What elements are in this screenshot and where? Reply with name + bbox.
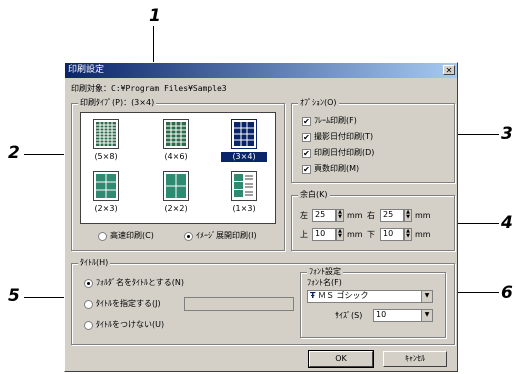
layout-5x8-icon[interactable] (93, 119, 119, 149)
margin-top-label: 上 (300, 230, 308, 239)
shoot-date-label: 撮影日付印刷(T) (314, 132, 374, 141)
margin-left-spinner[interactable]: ▲ ▼ (336, 209, 344, 222)
spin-down-icon: ▼ (338, 233, 342, 239)
margin-right-input[interactable]: 25 (380, 209, 404, 222)
print-date-label: 印刷日付印刷(D) (314, 148, 375, 157)
font-size-select[interactable]: 10 ▼ (373, 309, 433, 322)
no-title-label: ﾀｲﾄﾙをつけない(U) (96, 320, 165, 329)
chevron-down-icon[interactable]: ▼ (421, 291, 432, 302)
layout-4x6-caption: (4×6) (164, 152, 188, 161)
layout-2x2-caption: (2×2) (164, 204, 188, 213)
callout-4: 4 (501, 213, 513, 233)
layout-1x3-icon[interactable] (231, 171, 257, 201)
margin-top-input[interactable]: 10 (312, 228, 336, 241)
custom-title-input[interactable] (184, 297, 294, 311)
custom-title-label: ﾀｲﾄﾙを指定する(J) (96, 299, 161, 308)
layout-3x4-caption: (3×4) (221, 152, 267, 162)
font-name-label: ﾌｫﾝﾄ名(F) (307, 278, 342, 287)
layout-1x3-caption: (1×3) (232, 204, 256, 213)
cancel-button[interactable]: ｷｬﾝｾﾙ (383, 351, 447, 367)
page-number-checkbox[interactable]: ✔ (302, 165, 311, 174)
dialog-title: 印刷設定 (68, 65, 105, 75)
frame-print-checkbox[interactable]: ✔ (302, 117, 311, 126)
font-size-label: ｻｲｽﾞ(S) (335, 311, 363, 320)
layout-4x6-icon[interactable] (163, 119, 189, 149)
margin-bottom-unit: mm (415, 230, 431, 239)
close-icon: ✕ (445, 66, 453, 75)
layout-preview-panel: (5×8) (4×6) (3×4) (2×3) (2×2) (1×3) (80, 112, 276, 224)
title-group: ﾀｲﾄﾙ(H) ﾌｫﾙﾀﾞ名をﾀｲﾄﾙとする(N) ﾀｲﾄﾙを指定する(J) ﾀ… (71, 258, 455, 345)
folder-title-label: ﾌｫﾙﾀﾞ名をﾀｲﾄﾙとする(N) (96, 278, 184, 287)
callout-1: 1 (149, 6, 161, 26)
callout-2: 2 (8, 143, 20, 163)
chevron-down-icon[interactable]: ▼ (421, 310, 432, 321)
margin-right-label: 右 (367, 211, 375, 220)
margin-bottom-input[interactable]: 10 (380, 228, 404, 241)
no-title-radio[interactable] (84, 321, 93, 330)
print-target-path: C:¥Program Files¥Sample3 (111, 84, 227, 93)
font-size-value: 10 (376, 310, 387, 319)
font-name-select[interactable]: Ŧ ＭＳ ゴシック ▼ (307, 290, 433, 303)
custom-title-radio[interactable] (84, 300, 93, 309)
layout-2x3-caption: (2×3) (94, 204, 118, 213)
callout-6: 6 (501, 283, 513, 303)
spin-down-icon: ▼ (406, 214, 410, 220)
print-target-label: 印刷対象： (71, 84, 111, 93)
print-settings-dialog: 印刷設定 ✕ 印刷対象： C:¥Program Files¥Sample3 印刷… (64, 62, 458, 372)
layout-5x8-caption: (5×8) (94, 152, 118, 161)
frame-print-label: ﾌﾚｰﾑ印刷(F) (314, 116, 357, 125)
print-date-checkbox[interactable]: ✔ (302, 149, 311, 158)
options-label: ｵﾌﾟｼｮﾝ(O) (298, 98, 339, 108)
font-name-value: ＭＳ ゴシック (318, 291, 369, 300)
folder-title-radio[interactable] (84, 279, 93, 288)
print-type-group: 印刷ﾀｲﾌﾟ(P)：(3×4) (5×8) (4×6) (3×4) (2×3) … (71, 98, 285, 251)
margin-bottom-spinner[interactable]: ▲ ▼ (404, 228, 412, 241)
image-print-label: ｲﾒｰｼﾞ展開印刷(I) (196, 231, 257, 240)
font-type-icon: Ŧ (310, 291, 316, 300)
margin-top-unit: mm (347, 230, 363, 239)
margin-bottom-label: 下 (367, 230, 375, 239)
font-settings-group: ﾌｫﾝﾄ設定 ﾌｫﾝﾄ名(F) Ŧ ＭＳ ゴシック ▼ ｻｲｽﾞ(S) 10 ▼ (300, 267, 446, 338)
fast-print-radio[interactable] (98, 232, 107, 241)
margins-group: 余白(K) 左 25 ▲ ▼ mm 右 25 ▲ ▼ mm 上 10 ▲ ▼ mm 下… (291, 190, 455, 251)
layout-3x4-icon[interactable] (231, 119, 257, 149)
options-group: ｵﾌﾟｼｮﾝ(O) ✔ ﾌﾚｰﾑ印刷(F) ✔ 撮影日付印刷(T) ✔ 印刷日付… (291, 98, 455, 183)
shoot-date-checkbox[interactable]: ✔ (302, 133, 311, 142)
spin-down-icon: ▼ (406, 233, 410, 239)
page-number-label: 頁数印刷(M) (314, 164, 360, 173)
spin-down-icon: ▼ (338, 214, 342, 220)
dialog-titlebar: 印刷設定 ✕ (65, 63, 457, 78)
margin-top-spinner[interactable]: ▲ ▼ (336, 228, 344, 241)
print-type-label: 印刷ﾀｲﾌﾟ(P)：(3×4) (78, 98, 157, 108)
margin-left-input[interactable]: 25 (312, 209, 336, 222)
fast-print-label: 高速印刷(C) (110, 231, 154, 240)
margins-label: 余白(K) (298, 190, 330, 200)
margin-left-unit: mm (347, 211, 363, 220)
layout-2x2-icon[interactable] (163, 171, 189, 201)
font-settings-label: ﾌｫﾝﾄ設定 (307, 267, 343, 277)
layout-2x3-icon[interactable] (93, 171, 119, 201)
margin-right-spinner[interactable]: ▲ ▼ (404, 209, 412, 222)
close-button[interactable]: ✕ (443, 65, 455, 75)
margin-left-label: 左 (300, 211, 308, 220)
callout-3: 3 (501, 124, 513, 144)
margin-right-unit: mm (415, 211, 431, 220)
image-print-radio[interactable] (184, 232, 193, 241)
ok-button[interactable]: OK (308, 350, 374, 368)
callout-5: 5 (8, 286, 20, 306)
title-group-label: ﾀｲﾄﾙ(H) (78, 258, 111, 268)
